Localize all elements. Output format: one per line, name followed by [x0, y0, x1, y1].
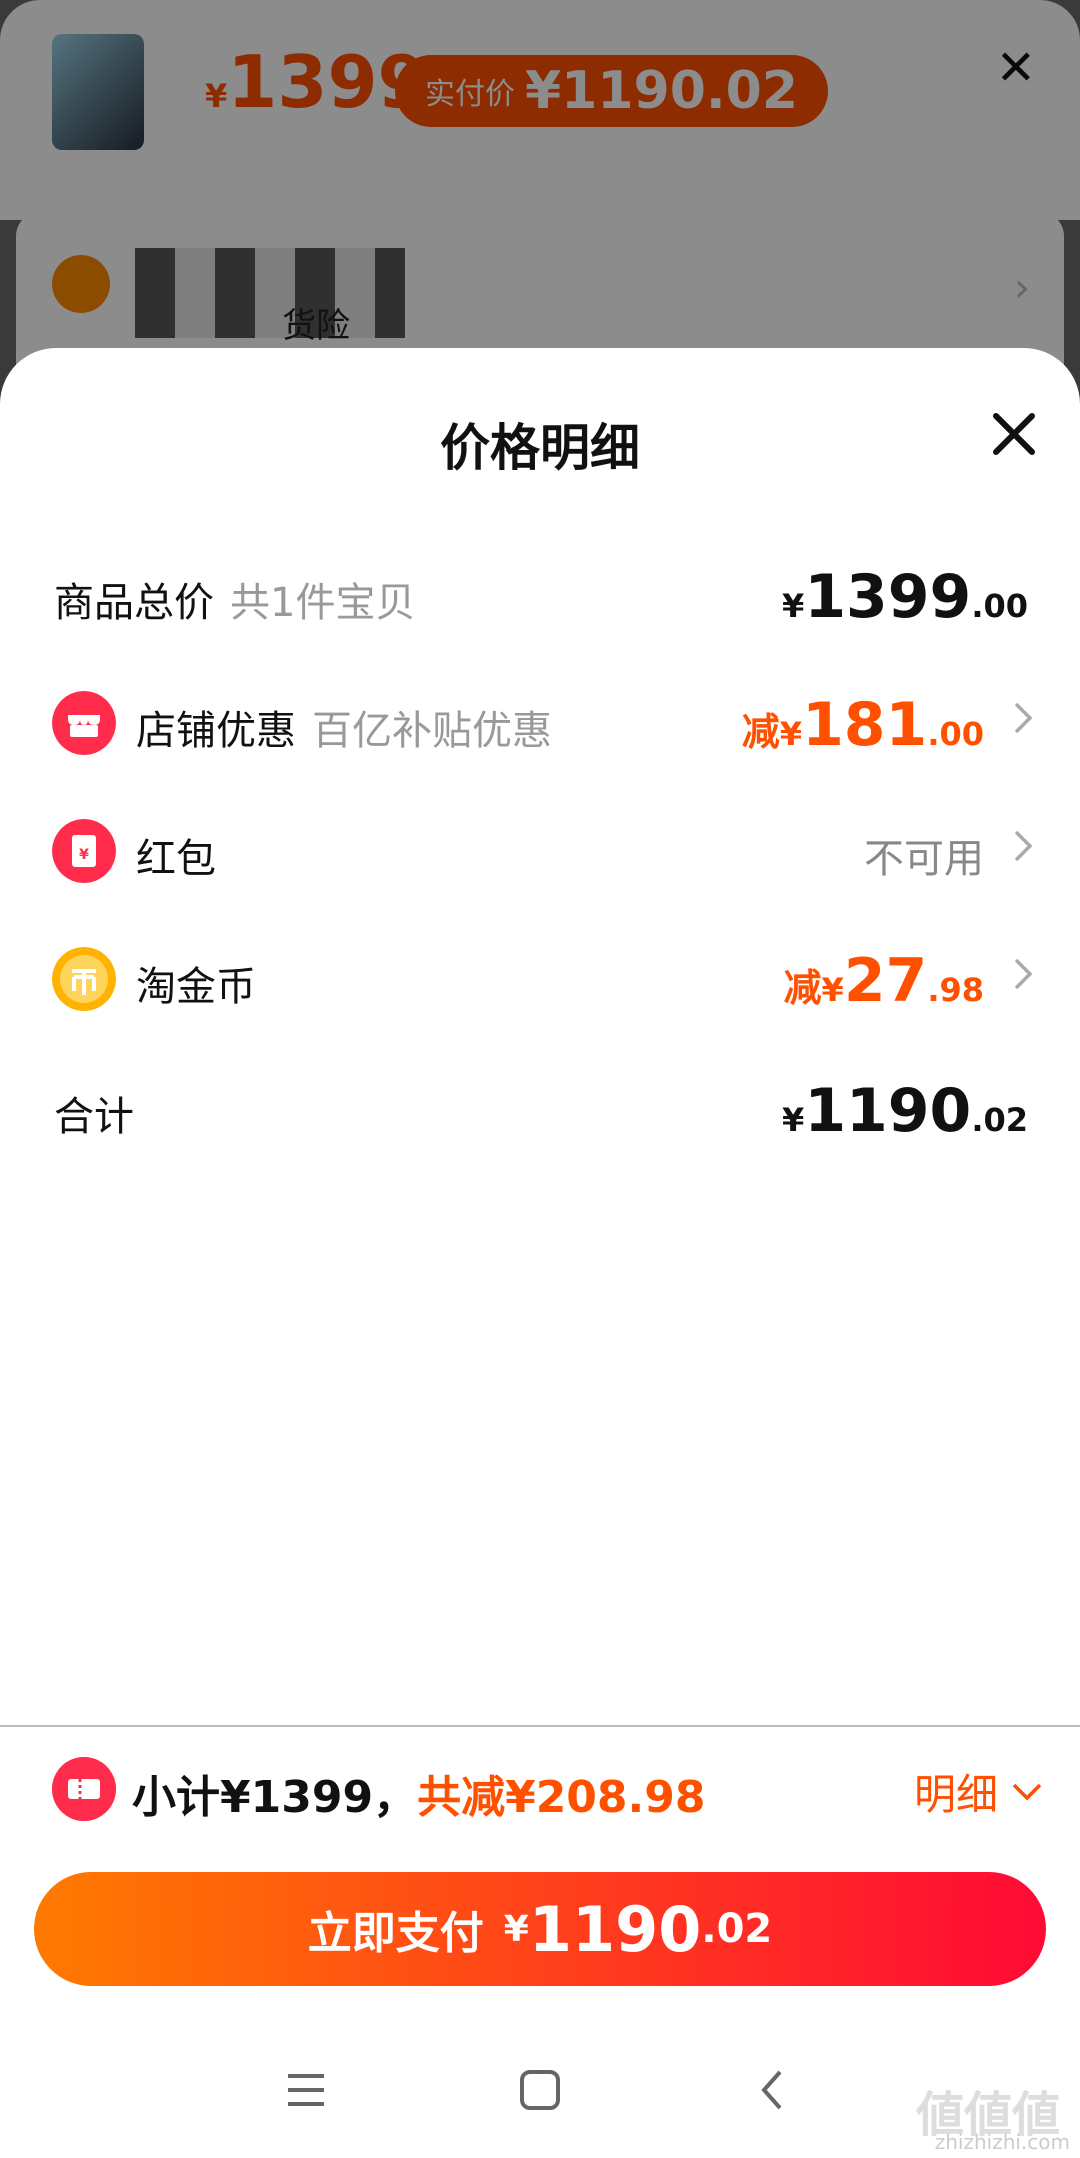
- row-taojinbi[interactable]: 淘金币 减¥27.98: [0, 932, 1080, 1022]
- amount-total-goods: ¥1399.00: [782, 562, 1028, 632]
- pay-now-button[interactable]: 立即支付 ¥1190.02: [34, 1872, 1046, 1986]
- row-label: 红包: [136, 836, 216, 882]
- chevron-down-icon: [1012, 1783, 1042, 1800]
- red-packet-icon: ¥: [52, 819, 116, 883]
- subtotal-text: 小计¥1399，共减¥208.98: [132, 1772, 706, 1823]
- row-label: 合计: [54, 1094, 134, 1140]
- svg-text:¥: ¥: [79, 847, 89, 863]
- chevron-right-icon: [1014, 958, 1033, 990]
- home-icon[interactable]: [510, 2060, 570, 2120]
- row-total: 合计 ¥1190.02: [0, 1062, 1080, 1152]
- ticket-icon: [52, 1757, 116, 1821]
- menu-icon[interactable]: [276, 2060, 336, 2120]
- row-total-goods: 商品总价 共1件宝贝 ¥1399.00: [0, 548, 1080, 638]
- row-red-packet[interactable]: ¥ 红包 不可用: [0, 804, 1080, 894]
- detail-toggle-button[interactable]: 明细: [914, 1761, 1044, 1822]
- amount-shop-discount: 减¥181.00: [741, 690, 984, 760]
- row-sublabel: 百亿补贴优惠: [312, 708, 552, 754]
- row-shop-discount[interactable]: 店铺优惠 百亿补贴优惠 减¥181.00: [0, 676, 1080, 766]
- total-discount: 共减¥208.98: [417, 1772, 706, 1823]
- row-label: 店铺优惠 百亿补贴优惠: [136, 708, 552, 754]
- pay-button-label: 立即支付: [307, 1908, 484, 1959]
- back-icon[interactable]: [744, 2060, 804, 2120]
- close-icon[interactable]: [986, 406, 1042, 462]
- amount-taojinbi: 减¥27.98: [783, 946, 984, 1016]
- row-label: 商品总价 共1件宝贝: [54, 580, 416, 626]
- coin-icon: [52, 947, 116, 1011]
- status-unavailable: 不可用: [864, 836, 984, 882]
- watermark-url: zhizhizhi.com: [934, 2130, 1070, 2154]
- row-label: 淘金币: [136, 964, 256, 1010]
- chevron-right-icon: [1014, 702, 1033, 734]
- amount-total: ¥1190.02: [782, 1076, 1028, 1146]
- sheet-title: 价格明细: [440, 419, 640, 477]
- chevron-right-icon: [1014, 830, 1033, 862]
- footer-summary: 小计¥1399，共减¥208.98 明细: [0, 1755, 1080, 1825]
- row-sublabel: 共1件宝贝: [230, 580, 416, 626]
- shop-icon: [52, 691, 116, 755]
- divider: [0, 1725, 1080, 1727]
